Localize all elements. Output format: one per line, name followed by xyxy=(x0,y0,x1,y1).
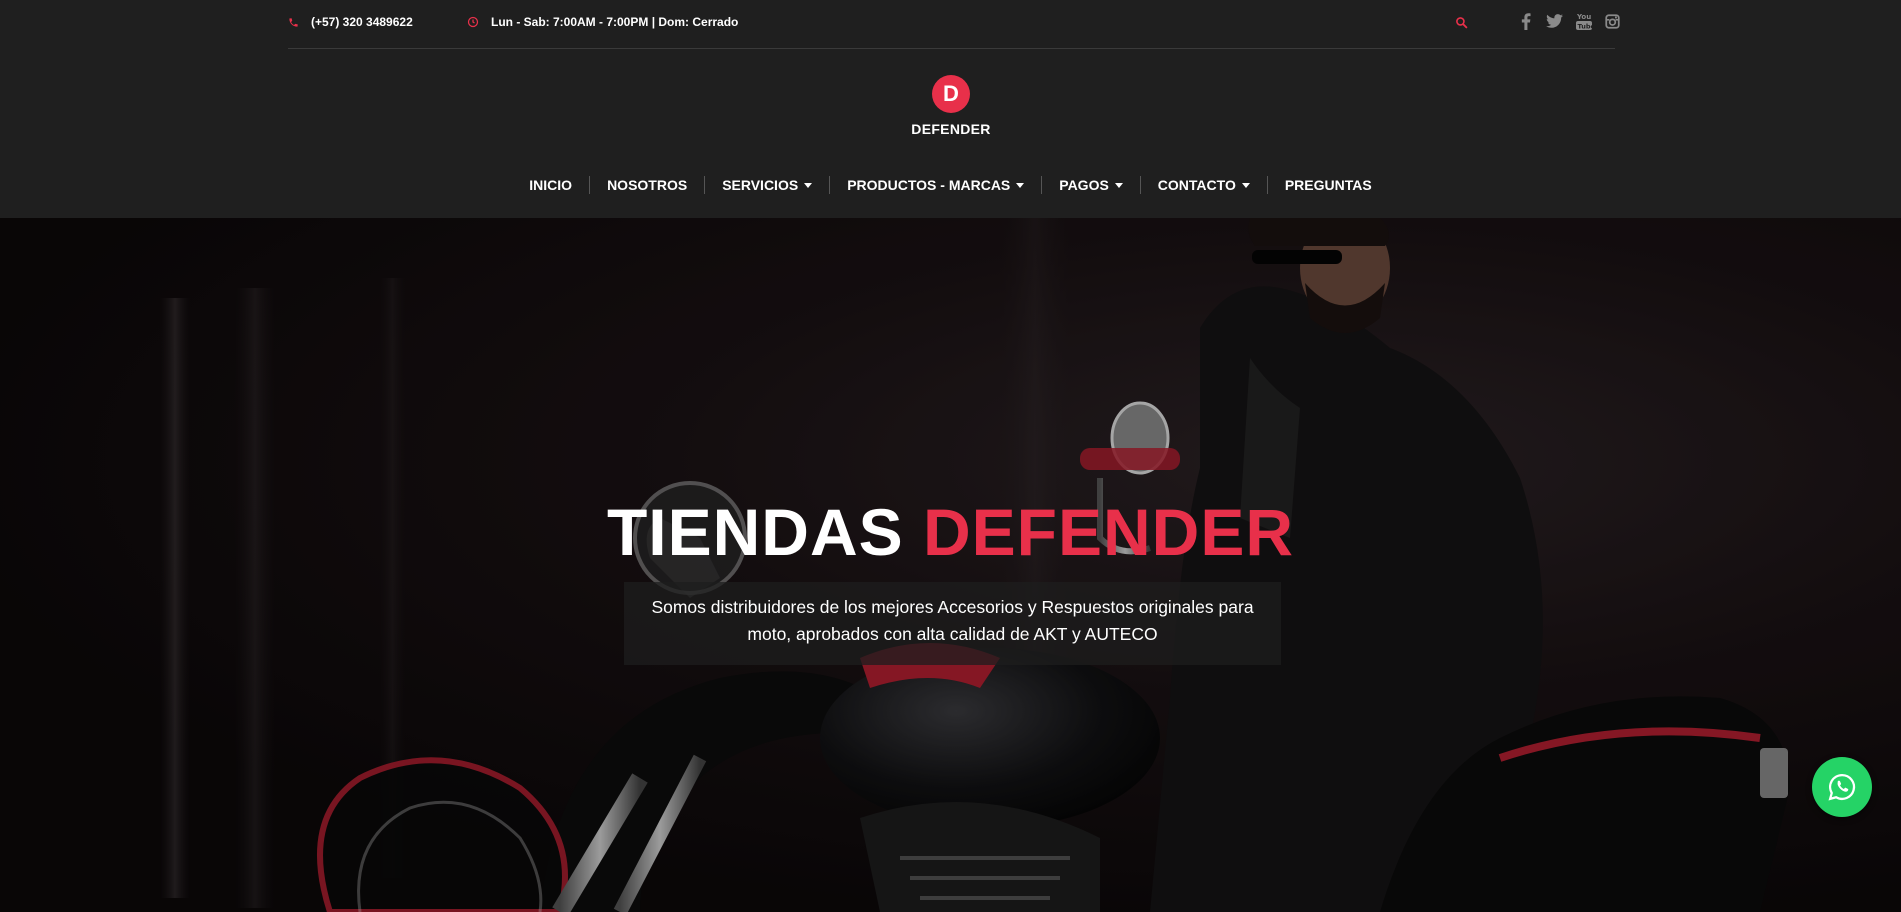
twitter-link[interactable] xyxy=(1545,11,1564,31)
nav-preguntas[interactable]: PREGUNTAS xyxy=(1268,175,1389,195)
instagram-icon xyxy=(1605,13,1620,29)
main-nav: INICIO NOSOTROS SERVICIOS PRODUCTOS - MA… xyxy=(0,172,1901,198)
site-logo[interactable]: D DEFENDER xyxy=(906,75,996,141)
svg-text:Tube: Tube xyxy=(1577,23,1592,31)
phone-icon xyxy=(289,17,298,27)
facebook-link[interactable] xyxy=(1516,11,1535,31)
caret-down-icon xyxy=(1241,182,1250,188)
logo-mark: D xyxy=(932,75,970,113)
nav-productos-marcas[interactable]: PRODUCTOS - MARCAS xyxy=(830,175,1041,195)
page: (+57) 320 3489622 Lun - Sab: 7:00AM - 7:… xyxy=(0,0,1901,912)
social-links: You Tube xyxy=(1516,11,1622,31)
facebook-icon xyxy=(1521,12,1531,30)
hero-banner: TIENDAS DEFENDER Somos distribuidores de… xyxy=(0,218,1901,912)
youtube-icon: You Tube xyxy=(1575,13,1592,31)
nav-label: PREGUNTAS xyxy=(1284,177,1372,193)
hero-title: TIENDAS DEFENDER xyxy=(0,494,1901,570)
top-bar: (+57) 320 3489622 Lun - Sab: 7:00AM - 7:… xyxy=(288,0,1620,49)
svg-text:You: You xyxy=(1576,13,1591,21)
caret-down-icon xyxy=(804,182,813,188)
nav-label: PAGOS xyxy=(1059,177,1109,193)
hours-text: Lun - Sab: 7:00AM - 7:00PM | Dom: Cerrad… xyxy=(491,15,739,29)
nav-label: NOSOTROS xyxy=(607,177,688,193)
hero-title-main: TIENDAS xyxy=(606,495,904,569)
nav-label: CONTACTO xyxy=(1157,177,1236,193)
nav-label: SERVICIOS xyxy=(722,177,799,193)
nav-label: PRODUCTOS - MARCAS xyxy=(847,177,1011,193)
whatsapp-button[interactable] xyxy=(1812,757,1872,817)
nav-label: INICIO xyxy=(529,177,573,193)
nav-servicios[interactable]: SERVICIOS xyxy=(705,175,829,195)
logo-text: DEFENDER xyxy=(911,121,991,137)
hero-title-accent: DEFENDER xyxy=(922,495,1295,569)
nav-inicio[interactable]: INICIO xyxy=(512,175,589,195)
nav-pagos[interactable]: PAGOS xyxy=(1042,175,1140,195)
nav-nosotros[interactable]: NOSOTROS xyxy=(590,175,704,195)
phone-info[interactable]: (+57) 320 3489622 xyxy=(288,0,413,44)
hours-info: Lun - Sab: 7:00AM - 7:00PM | Dom: Cerrad… xyxy=(467,0,738,44)
whatsapp-icon xyxy=(1828,773,1856,801)
phone-number: (+57) 320 3489622 xyxy=(311,15,413,29)
caret-down-icon xyxy=(1016,182,1025,188)
twitter-icon xyxy=(1546,14,1563,28)
youtube-link[interactable]: You Tube xyxy=(1574,11,1593,31)
hero-subtitle: Somos distribuidores de los mejores Acce… xyxy=(624,582,1281,665)
clock-icon xyxy=(467,16,479,28)
instagram-link[interactable] xyxy=(1603,11,1622,31)
search-button[interactable] xyxy=(1453,13,1469,31)
nav-contacto[interactable]: CONTACTO xyxy=(1141,175,1267,195)
search-icon xyxy=(1455,16,1467,28)
caret-down-icon xyxy=(1114,182,1123,188)
